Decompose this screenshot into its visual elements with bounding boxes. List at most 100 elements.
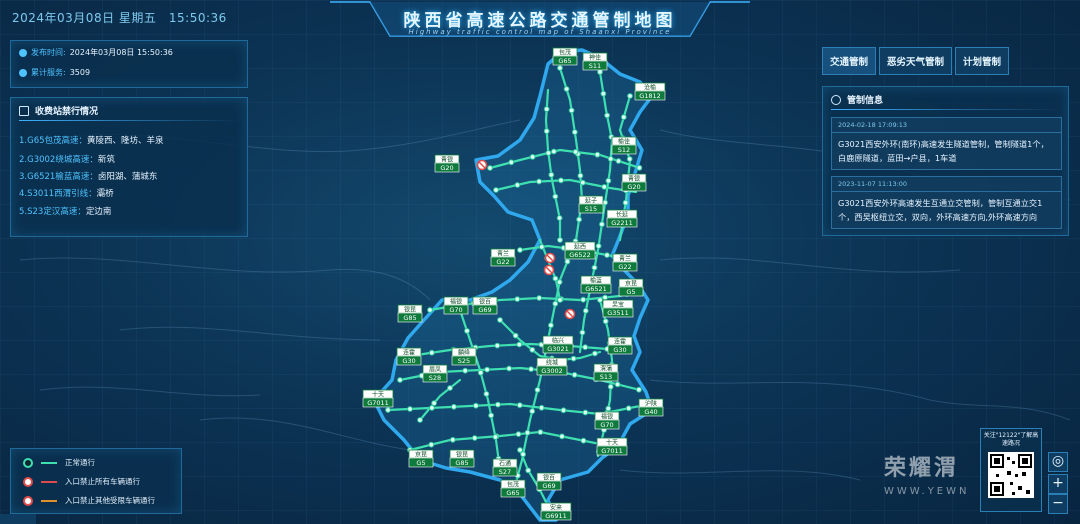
toll-station-node[interactable]	[563, 86, 570, 92]
no-entry-icon[interactable]	[543, 264, 555, 276]
toll-station-node[interactable]	[600, 90, 607, 97]
toll-station-node[interactable]	[548, 322, 554, 329]
toll-station-node[interactable]	[397, 377, 403, 383]
no-entry-icon[interactable]	[564, 308, 576, 320]
toll-station-node[interactable]	[582, 344, 589, 351]
toll-station-node[interactable]	[520, 451, 526, 458]
toll-station-node[interactable]	[483, 391, 490, 397]
toll-station-node[interactable]	[495, 401, 501, 408]
toll-station-node[interactable]	[471, 435, 478, 441]
toll-station-node[interactable]	[592, 350, 598, 357]
toll-station-node[interactable]	[557, 65, 563, 71]
toll-station-node[interactable]	[529, 346, 536, 353]
toll-station-node[interactable]	[601, 184, 608, 190]
toll-station-node[interactable]	[579, 329, 586, 336]
toll-station-node[interactable]	[602, 199, 608, 206]
zoom-in-button[interactable]: +	[1048, 474, 1068, 494]
toll-station-node[interactable]	[572, 149, 579, 155]
control-card[interactable]: 2024-02-18 17:09:13 G3021西安外环(南环)高速发生隧道管…	[831, 117, 1062, 170]
toll-station-node[interactable]	[538, 404, 545, 411]
toll-station-node[interactable]	[557, 237, 563, 243]
toll-station-node[interactable]	[626, 156, 633, 162]
toll-station-node[interactable]	[636, 386, 642, 393]
toll-station-node[interactable]	[451, 403, 457, 410]
toll-station-node[interactable]	[538, 244, 545, 250]
station-item[interactable]: 2.G3002绕城高速：新筑	[19, 153, 115, 165]
toll-station-node[interactable]	[557, 297, 563, 303]
toll-station-node[interactable]	[556, 279, 563, 286]
toll-station-node[interactable]	[536, 178, 542, 185]
toll-station-node[interactable]	[516, 341, 523, 348]
toll-station-node[interactable]	[487, 165, 493, 171]
toll-station-node[interactable]	[494, 342, 501, 349]
toll-station-node[interactable]	[605, 177, 612, 184]
toll-station-node[interactable]	[528, 366, 534, 373]
toll-station-node[interactable]	[515, 431, 522, 438]
toll-station-node[interactable]	[560, 407, 567, 414]
toll-station-node[interactable]	[615, 158, 622, 164]
tab-traffic-control[interactable]: 交通管制	[822, 47, 877, 75]
toll-station-node[interactable]	[492, 434, 499, 440]
toll-station-node[interactable]	[447, 385, 453, 391]
toll-station-node[interactable]	[548, 171, 555, 178]
toll-station-node[interactable]	[525, 467, 532, 474]
toll-station-node[interactable]	[534, 387, 541, 393]
toll-station-node[interactable]	[407, 406, 413, 412]
toll-station-node[interactable]	[545, 150, 552, 156]
toll-station-node[interactable]	[597, 69, 603, 75]
locate-button[interactable]: ◎	[1048, 452, 1068, 472]
toll-station-node[interactable]	[604, 252, 610, 259]
toll-station-node[interactable]	[537, 429, 544, 436]
toll-station-node[interactable]	[517, 247, 523, 253]
toll-station-node[interactable]	[595, 243, 602, 249]
toll-station-node[interactable]	[597, 297, 603, 303]
toll-station-node[interactable]	[477, 369, 484, 376]
toll-station-node[interactable]	[417, 417, 423, 423]
toll-station-node[interactable]	[427, 307, 433, 313]
toll-station-node[interactable]	[594, 151, 601, 158]
no-entry-icon[interactable]	[476, 159, 488, 171]
control-card[interactable]: 2023-11-07 11:13:00 G3021西安外环高速发生互通立交管制，…	[831, 176, 1062, 229]
toll-station-node[interactable]	[552, 300, 559, 307]
toll-station-node[interactable]	[497, 317, 503, 323]
toll-station-node[interactable]	[529, 408, 536, 415]
no-entry-icon[interactable]	[544, 252, 556, 264]
toll-station-node[interactable]	[506, 365, 513, 372]
toll-station-node[interactable]	[627, 93, 633, 99]
toll-station-node[interactable]	[576, 216, 582, 223]
toll-station-node[interactable]	[580, 296, 587, 303]
toll-station-node[interactable]	[607, 383, 614, 390]
toll-station-node[interactable]	[625, 405, 632, 412]
toll-station-node[interactable]	[556, 215, 563, 221]
toll-station-node[interactable]	[552, 193, 559, 200]
station-item[interactable]: 3.G6521榆蓝高速：卤阳湖、蒲城东	[19, 170, 157, 182]
toll-station-node[interactable]	[516, 402, 523, 409]
toll-station-node[interactable]	[622, 199, 629, 206]
toll-station-node[interactable]	[524, 429, 531, 436]
toll-station-node[interactable]	[636, 164, 643, 171]
toll-station-node[interactable]	[514, 182, 521, 188]
station-item[interactable]: 5.S23定汉高速：定边南	[19, 205, 111, 217]
toll-station-node[interactable]	[582, 409, 589, 416]
toll-station-node[interactable]	[543, 106, 550, 112]
station-item[interactable]: 1.G65包茂高速：黄陵西、隆坊、羊泉	[19, 134, 164, 146]
toll-station-node[interactable]	[493, 187, 499, 193]
toll-station-node[interactable]	[620, 114, 627, 120]
toll-station-node[interactable]	[428, 349, 435, 356]
toll-station-node[interactable]	[568, 107, 575, 114]
toll-station-node[interactable]	[605, 405, 612, 412]
toll-station-node[interactable]	[614, 381, 621, 388]
toll-station-node[interactable]	[464, 328, 470, 334]
toll-station-node[interactable]	[579, 179, 586, 186]
toll-station-node[interactable]	[591, 264, 598, 271]
tab-planned-control[interactable]: 计划管制	[955, 47, 1010, 75]
toll-station-node[interactable]	[508, 159, 515, 166]
toll-station-node[interactable]	[564, 258, 571, 265]
toll-station-node[interactable]	[514, 296, 521, 303]
toll-station-node[interactable]	[551, 148, 557, 155]
toll-station-node[interactable]	[602, 318, 609, 325]
toll-station-node[interactable]	[449, 436, 456, 443]
toll-station-node[interactable]	[484, 366, 491, 373]
toll-station-node[interactable]	[517, 447, 523, 453]
toll-station-node[interactable]	[512, 332, 519, 339]
